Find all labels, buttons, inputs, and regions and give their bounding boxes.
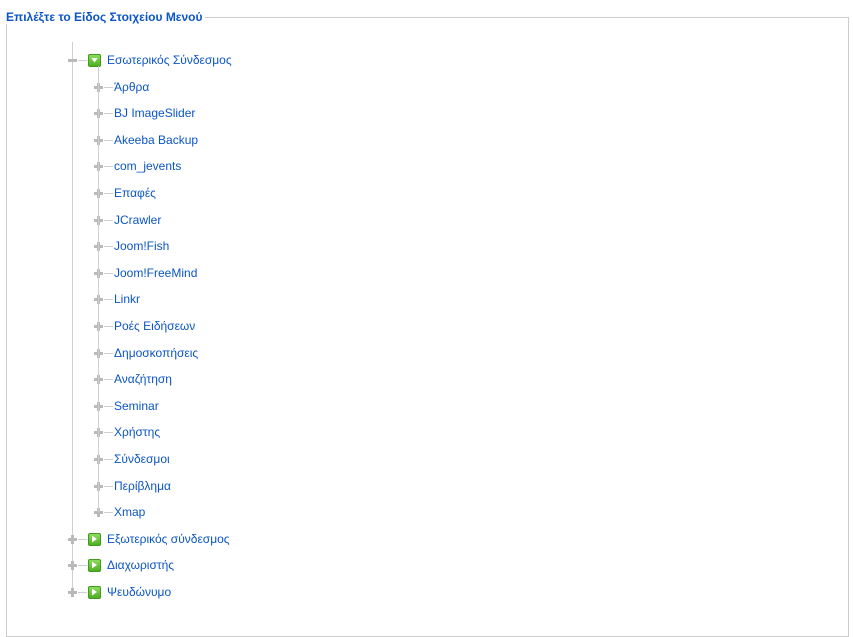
- tree-root-label[interactable]: Ψευδώνυμο: [107, 585, 171, 599]
- tree-root-label[interactable]: Διαχωριστής: [107, 558, 174, 572]
- tree-connector: [104, 325, 113, 327]
- collapse-toggle-icon[interactable]: [68, 560, 77, 570]
- tree-child-item[interactable]: Περίβλημα: [94, 478, 171, 494]
- tree-child-item[interactable]: Άρθρα: [94, 79, 149, 95]
- tree-child-item[interactable]: com_jevents: [94, 158, 181, 174]
- folder-open-icon[interactable]: [88, 53, 101, 67]
- tree-connector: [104, 352, 113, 354]
- tree-child-label[interactable]: JCrawler: [114, 213, 161, 227]
- tree-child-item[interactable]: Χρήστης: [94, 424, 160, 440]
- tree-child-label[interactable]: Χρήστης: [114, 425, 160, 439]
- tree-connector: [104, 86, 113, 88]
- tree-root-label[interactable]: Εξωτερικός σύνδεσμος: [107, 532, 230, 546]
- tree-connector: [104, 378, 113, 380]
- tree-child-label[interactable]: Δημοσκοπήσεις: [114, 346, 198, 360]
- fieldset-legend: Επιλέξτε το Είδος Στοιχείου Μενού: [4, 10, 205, 24]
- tree-child-item[interactable]: BJ ImageSlider: [94, 105, 195, 121]
- tree-child-item[interactable]: Akeeba Backup: [94, 132, 198, 148]
- tree-child-label[interactable]: Xmap: [114, 505, 145, 519]
- tree-connector: [104, 139, 113, 141]
- tree-root-guide-line: [72, 42, 73, 592]
- tree-child-label[interactable]: Akeeba Backup: [114, 133, 198, 147]
- tree-connector: [104, 165, 113, 167]
- tree-connector: [78, 591, 87, 593]
- tree-connector: [104, 485, 113, 487]
- tree-connector: [104, 511, 113, 513]
- tree-child-item[interactable]: Xmap: [94, 504, 145, 520]
- folder-closed-icon[interactable]: [88, 532, 101, 546]
- tree-connector: [104, 458, 113, 460]
- tree-child-item[interactable]: Joom!Fish: [94, 238, 169, 254]
- tree-connector: [104, 405, 113, 407]
- tree-child-item[interactable]: Επαφές: [94, 185, 156, 201]
- tree-connector: [78, 59, 87, 61]
- tree-child-item[interactable]: Linkr: [94, 291, 140, 307]
- tree-child-label[interactable]: com_jevents: [114, 159, 181, 173]
- tree-connector: [104, 431, 113, 433]
- tree-root-item[interactable]: Ψευδώνυμο: [68, 584, 171, 600]
- tree-connector: [104, 298, 113, 300]
- tree-root-item[interactable]: Διαχωριστής: [68, 557, 174, 573]
- tree-connector: [104, 245, 113, 247]
- tree-connector: [104, 192, 113, 194]
- tree-child-label[interactable]: Joom!Fish: [114, 239, 169, 253]
- tree-child-label[interactable]: Άρθρα: [114, 80, 149, 94]
- tree-connector: [104, 272, 113, 274]
- tree-child-label[interactable]: Linkr: [114, 292, 140, 306]
- tree-child-label[interactable]: Joom!FreeMind: [114, 266, 197, 280]
- tree-root-item[interactable]: Εσωτερικός Σύνδεσμος: [68, 52, 232, 68]
- tree-child-label[interactable]: Περίβλημα: [114, 479, 171, 493]
- tree-child-label[interactable]: BJ ImageSlider: [114, 106, 195, 120]
- tree-connector: [78, 538, 87, 540]
- tree-child-item[interactable]: Σύνδεσμοι: [94, 451, 170, 467]
- tree-child-label[interactable]: Seminar: [114, 399, 159, 413]
- tree-root-label[interactable]: Εσωτερικός Σύνδεσμος: [107, 53, 232, 67]
- tree-child-label[interactable]: Σύνδεσμοι: [114, 452, 170, 466]
- tree-connector: [104, 219, 113, 221]
- tree-guide-line: [98, 66, 99, 512]
- tree-child-item[interactable]: JCrawler: [94, 212, 161, 228]
- tree-child-item[interactable]: Joom!FreeMind: [94, 265, 197, 281]
- collapse-toggle-icon[interactable]: [68, 56, 77, 65]
- folder-closed-icon[interactable]: [88, 585, 101, 599]
- tree-connector: [104, 112, 113, 114]
- collapse-toggle-icon[interactable]: [68, 587, 77, 597]
- tree-child-label[interactable]: Επαφές: [114, 186, 156, 200]
- collapse-toggle-icon[interactable]: [68, 534, 77, 544]
- tree-child-label[interactable]: Ροές Ειδήσεων: [114, 319, 195, 333]
- tree-child-item[interactable]: Δημοσκοπήσεις: [94, 345, 198, 361]
- folder-closed-icon[interactable]: [88, 558, 101, 572]
- tree-child-label[interactable]: Αναζήτηση: [114, 372, 172, 386]
- tree-child-item[interactable]: Seminar: [94, 398, 159, 414]
- tree-connector: [78, 564, 87, 566]
- tree-root-item[interactable]: Εξωτερικός σύνδεσμος: [68, 531, 230, 547]
- tree-child-item[interactable]: Ροές Ειδήσεων: [94, 318, 195, 334]
- tree-child-item[interactable]: Αναζήτηση: [94, 371, 172, 387]
